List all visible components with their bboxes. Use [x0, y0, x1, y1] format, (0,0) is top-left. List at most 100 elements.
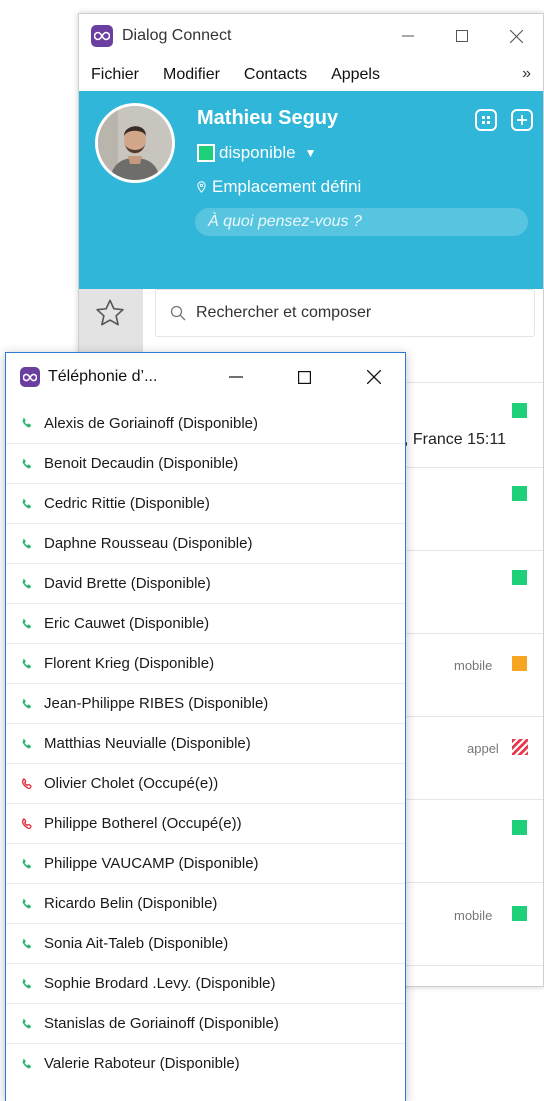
phone-icon — [20, 737, 34, 751]
contact-row[interactable]: Ricardo Belin (Disponible) — [6, 883, 405, 923]
contact-name: Benoit Decaudin (Disponible) — [44, 455, 239, 472]
contact-row[interactable]: Stanislas de Goriainoff (Disponible) — [6, 1003, 405, 1043]
contact-name: Daphne Rousseau (Disponible) — [44, 535, 253, 552]
building-icon[interactable] — [475, 109, 497, 131]
phone-busy-icon — [20, 777, 34, 791]
minimize-button[interactable] — [381, 14, 435, 58]
phone-icon — [20, 897, 34, 911]
contact-row[interactable]: Sophie Brodard .Levy. (Disponible) — [6, 963, 405, 1003]
telephony-title-bar[interactable]: Téléphonie d’... — [6, 353, 405, 401]
maximize-icon — [456, 30, 468, 42]
avatar-photo — [98, 106, 172, 180]
location-row[interactable]: Emplacement défini — [197, 177, 361, 197]
contact-row[interactable]: Sonia Ait-Taleb (Disponible) — [6, 923, 405, 963]
close-button[interactable] — [489, 14, 543, 58]
contact-name: Philippe Botherel (Occupé(e)) — [44, 815, 242, 832]
telephony-contact-list: Alexis de Goriainoff (Disponible) Benoit … — [6, 403, 405, 1083]
contact-row[interactable]: Olivier Cholet (Occupé(e)) — [6, 763, 405, 803]
contact-name: Philippe VAUCAMP (Disponible) — [44, 855, 259, 872]
phone-icon — [20, 416, 34, 430]
minimize-icon — [228, 376, 243, 378]
status-selector[interactable]: disponible ▼ — [197, 143, 316, 163]
favorites-star-icon[interactable] — [93, 297, 127, 334]
search-icon — [170, 305, 186, 321]
close-icon — [509, 29, 523, 43]
phone-icon — [20, 457, 34, 471]
telephony-window: Téléphonie d’... Alexis de Goriainoff (D… — [5, 352, 406, 1101]
status-label: disponible — [219, 143, 296, 162]
phone-icon — [20, 697, 34, 711]
add-icon[interactable] — [511, 109, 533, 131]
phone-icon — [20, 1057, 34, 1071]
caret-down-icon: ▼ — [304, 146, 317, 160]
contact-row[interactable]: Philippe VAUCAMP (Disponible) — [6, 843, 405, 883]
menu-bar: Fichier Modifier Contacts Appels » — [79, 58, 543, 91]
contact-row[interactable]: Jean-Philippe RIBES (Disponible) — [6, 683, 405, 723]
presence-available-icon — [512, 570, 527, 585]
contact-name: David Brette (Disponible) — [44, 575, 211, 592]
close-button[interactable] — [339, 353, 408, 401]
phone-icon — [20, 937, 34, 951]
presence-available-icon — [197, 144, 215, 162]
contact-name: Stanislas de Goriainoff (Disponible) — [44, 1015, 279, 1032]
telephony-title: Téléphonie d’... — [48, 368, 158, 385]
dialog-logo-icon — [91, 25, 113, 47]
contact-name: Sonia Ait-Taleb (Disponible) — [44, 935, 229, 952]
contact-row[interactable]: David Brette (Disponible) — [6, 563, 405, 603]
phone-icon — [20, 857, 34, 871]
contact-row[interactable]: Eric Cauwet (Disponible) — [6, 603, 405, 643]
search-input[interactable]: Rechercher et composer — [155, 289, 535, 337]
location-pin-icon — [197, 181, 206, 193]
presence-mobile-icon — [512, 656, 527, 671]
phone-busy-icon — [20, 817, 34, 831]
phone-icon — [20, 577, 34, 591]
phone-icon — [20, 497, 34, 511]
location-label: Emplacement défini — [212, 177, 362, 196]
contact-row[interactable]: Florent Krieg (Disponible) — [6, 643, 405, 683]
user-name[interactable]: Mathieu Seguy — [197, 107, 338, 130]
search-placeholder: Rechercher et composer — [196, 304, 372, 321]
contact-detail-text: , France 15:11 — [404, 431, 506, 448]
phone-icon — [20, 977, 34, 991]
maximize-icon — [298, 370, 311, 384]
contact-name: Sophie Brodard .Levy. (Disponible) — [44, 975, 276, 992]
title-bar[interactable]: Dialog Connect — [79, 14, 543, 58]
phone-icon — [20, 537, 34, 551]
minimize-icon — [402, 35, 414, 37]
contact-row[interactable]: Cedric Rittie (Disponible) — [6, 483, 405, 523]
contact-row[interactable]: Daphne Rousseau (Disponible) — [6, 523, 405, 563]
menu-appels[interactable]: Appels — [319, 66, 392, 84]
close-icon — [366, 370, 381, 384]
contact-row[interactable]: Alexis de Goriainoff (Disponible) — [6, 403, 405, 443]
menu-contacts[interactable]: Contacts — [232, 66, 319, 84]
phone-icon — [20, 657, 34, 671]
presence-available-icon — [512, 820, 527, 835]
contact-row[interactable]: Matthias Neuvialle (Disponible) — [6, 723, 405, 763]
avatar[interactable] — [95, 103, 175, 183]
mobile-label: mobile — [454, 908, 493, 923]
maximize-button[interactable] — [435, 14, 489, 58]
mobile-label: mobile — [454, 658, 493, 673]
menu-fichier[interactable]: Fichier — [79, 66, 151, 84]
phone-icon — [20, 1017, 34, 1031]
contact-name: Alexis de Goriainoff (Disponible) — [44, 414, 258, 432]
menu-modifier[interactable]: Modifier — [151, 66, 232, 84]
maximize-button[interactable] — [270, 353, 339, 401]
minimize-button[interactable] — [201, 353, 270, 401]
contact-name: Jean-Philippe RIBES (Disponible) — [44, 695, 269, 712]
contact-name: Cedric Rittie (Disponible) — [44, 495, 210, 512]
presence-available-icon — [512, 906, 527, 921]
menu-overflow-chevron-icon[interactable]: » — [522, 65, 531, 83]
mood-input[interactable]: À quoi pensez-vous ? — [195, 208, 528, 236]
contact-row[interactable]: Philippe Botherel (Occupé(e)) — [6, 803, 405, 843]
contact-name: Valerie Raboteur (Disponible) — [44, 1055, 240, 1072]
contact-row[interactable]: Benoit Decaudin (Disponible) — [6, 443, 405, 483]
dialog-logo-icon — [20, 367, 40, 387]
contact-name: Olivier Cholet (Occupé(e)) — [44, 775, 219, 792]
contact-name: Eric Cauwet (Disponible) — [44, 615, 210, 632]
presence-busy-call-icon — [512, 739, 528, 755]
presence-available-icon — [512, 403, 527, 418]
contact-name: Ricardo Belin (Disponible) — [44, 895, 218, 912]
presence-available-icon — [512, 486, 527, 501]
contact-row[interactable]: Valerie Raboteur (Disponible) — [6, 1043, 405, 1083]
